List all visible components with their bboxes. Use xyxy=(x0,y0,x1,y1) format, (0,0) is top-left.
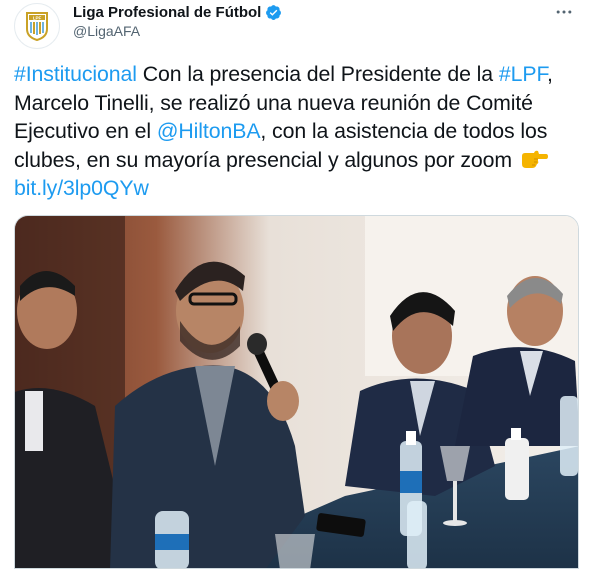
backhand-index-pointing-right-emoji xyxy=(520,148,548,170)
tweet-text: #Institucional Con la presencia del Pres… xyxy=(14,60,584,203)
verified-badge-icon xyxy=(265,4,282,21)
short-link[interactable]: bit.ly/3lp0QYw xyxy=(14,176,149,200)
avatar-text: LPF xyxy=(33,15,42,20)
more-options-icon[interactable] xyxy=(552,0,576,24)
display-name[interactable]: Liga Profesional de Fútbol xyxy=(73,4,261,21)
tweet-photo[interactable] xyxy=(14,215,579,569)
lpf-logo: LPF xyxy=(26,12,48,42)
hashtag-institucional[interactable]: #Institucional xyxy=(14,62,137,86)
name-row: Liga Profesional de Fútbol xyxy=(73,2,282,22)
tweet-card: LPF Liga Profesional de Fútbol @LigaAFA … xyxy=(0,0,592,569)
mention-hiltonba[interactable]: @HiltonBA xyxy=(157,119,261,143)
meeting-photo xyxy=(15,216,578,568)
avatar[interactable]: LPF xyxy=(14,3,60,49)
tweet-text-part: Con la presencia del Presidente de la xyxy=(136,62,499,86)
account-handle[interactable]: @LigaAFA xyxy=(73,23,140,39)
hashtag-lpf[interactable]: #LPF xyxy=(499,62,547,86)
